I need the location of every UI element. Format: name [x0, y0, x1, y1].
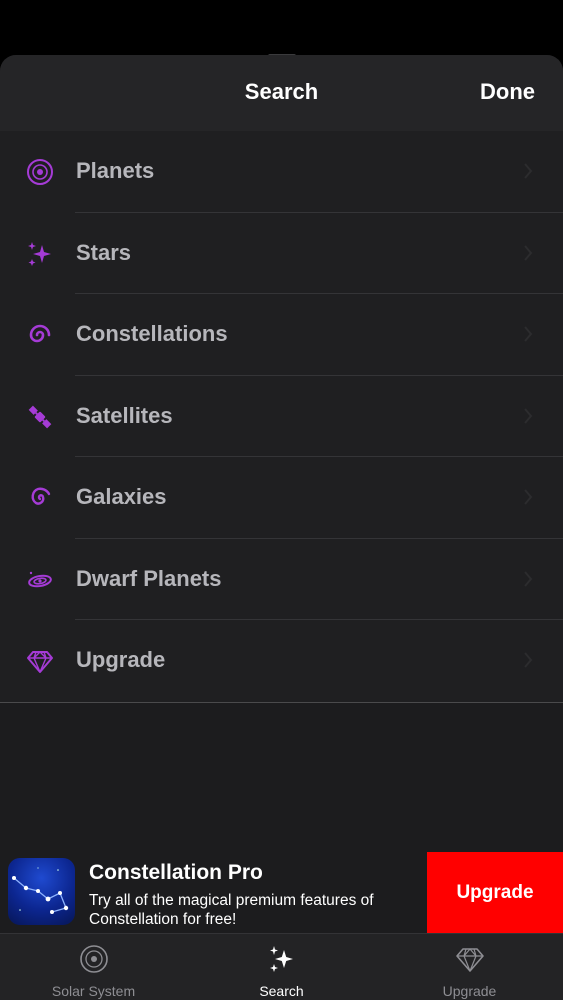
satellite-icon: [28, 405, 52, 428]
galaxy-icon: [31, 487, 51, 505]
list-item-stars[interactable]: Stars: [0, 213, 563, 295]
tab-solar-system[interactable]: Solar System: [0, 934, 187, 1000]
chevron-right-icon: [524, 407, 533, 424]
chevron-right-icon: [524, 244, 533, 261]
diamond-icon: [27, 651, 53, 673]
list-item-label: Planets: [76, 158, 155, 183]
constellation-icon: [12, 867, 69, 914]
chevron-right-icon: [524, 652, 533, 668]
chevron-right-icon: [524, 489, 533, 505]
sparkles-icon: [269, 946, 293, 972]
tab-label: Upgrade: [442, 983, 497, 999]
list-item-upgrade[interactable]: Upgrade: [0, 620, 563, 702]
diamond-icon: [455, 948, 484, 972]
list-item-label: Galaxies: [76, 484, 167, 509]
planet-icon: [27, 159, 53, 185]
list-item-label: Upgrade: [76, 647, 166, 672]
tab-label: Solar System: [51, 983, 136, 999]
chevron-right-icon: [524, 570, 533, 587]
list-item-label: Stars: [76, 239, 132, 265]
list-item-dwarf-planets[interactable]: Dwarf Planets: [0, 539, 563, 621]
list-item-satellites[interactable]: Satellites: [0, 376, 563, 458]
banner-subtitle: Try all of the magical premium features …: [89, 892, 374, 928]
list-item-label: Satellites: [76, 402, 173, 428]
dwarf-planet-icon: [28, 571, 52, 587]
tab-search[interactable]: Search: [188, 934, 375, 1000]
page-title: Search: [244, 79, 319, 104]
sparkles-icon: [28, 241, 51, 266]
app-icon[interactable]: [8, 858, 75, 925]
list-item-label: Constellations: [76, 321, 228, 346]
upgrade-button[interactable]: Upgrade: [427, 852, 563, 933]
list-item-constellations[interactable]: Constellations: [0, 294, 563, 376]
tab-upgrade[interactable]: Upgrade: [376, 934, 563, 1000]
done-button[interactable]: Done: [480, 79, 535, 105]
spiral-icon: [29, 324, 51, 343]
banner-title: Constellation Pro: [89, 861, 263, 884]
chevron-right-icon: [524, 326, 533, 342]
promo-banner: Constellation Pro Try all of the magical…: [0, 852, 563, 933]
chevron-right-icon: [524, 163, 533, 179]
list-item-galaxies[interactable]: Galaxies: [0, 457, 563, 539]
navigation-bar: Search Done: [0, 55, 563, 132]
list-item-label: Dwarf Planets: [76, 565, 222, 591]
tab-label: Search: [259, 983, 304, 999]
screen: Search Done Planets Stars Constellations…: [0, 0, 563, 1000]
list-item-planets[interactable]: Planets: [0, 131, 563, 213]
planet-icon: [79, 945, 108, 973]
tab-bar: Solar System Search Upgrade: [0, 933, 563, 1000]
category-list: Planets Stars Constellations Satellites …: [0, 131, 563, 703]
